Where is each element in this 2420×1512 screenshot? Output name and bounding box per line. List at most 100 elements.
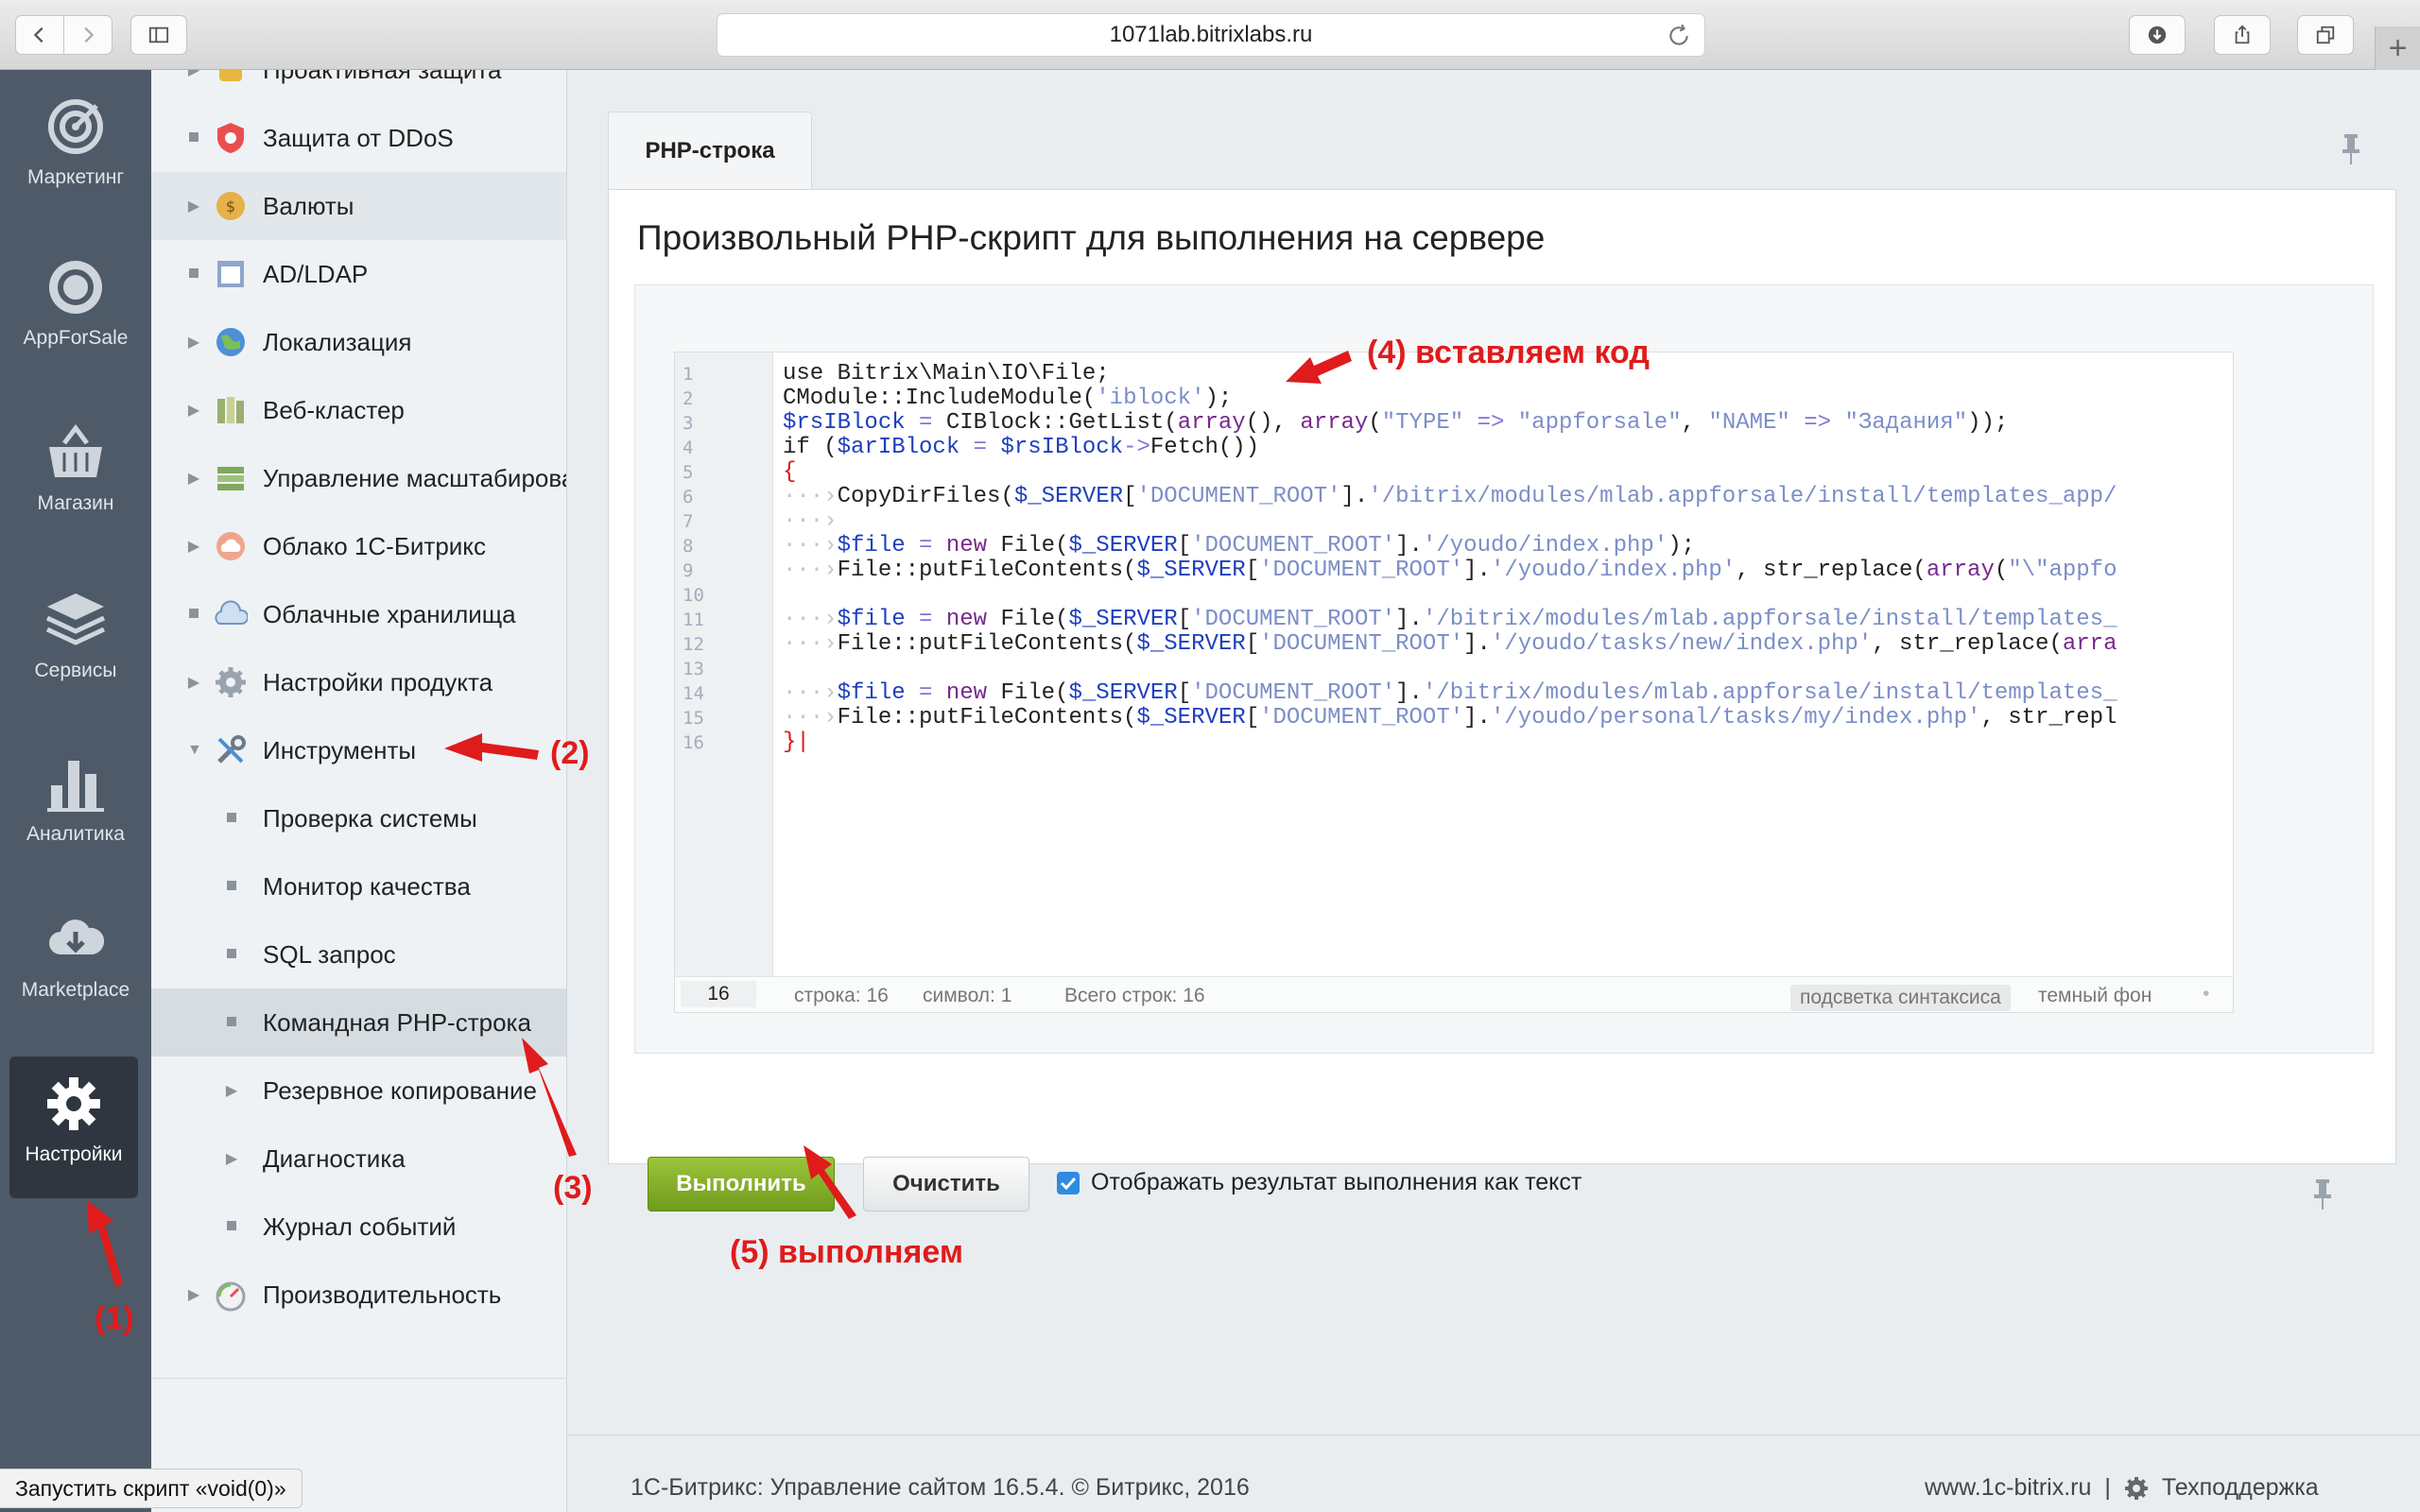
menu-item-scaling[interactable]: ▶ Управление масштабирования xyxy=(151,444,566,512)
code-line: ···› xyxy=(783,509,838,534)
footer-separator: | xyxy=(2104,1474,2111,1501)
menu-item-label: Журнал событий xyxy=(263,1211,457,1241)
footer-links: www.1c-bitrix.ru | Техподдержка xyxy=(1925,1474,2319,1502)
menu-item-backup[interactable]: ▶ Резервное копирование xyxy=(151,1057,566,1125)
share-icon xyxy=(2235,25,2250,44)
support-link[interactable]: Техподдержка xyxy=(2162,1474,2319,1502)
menu-item-php-command-line[interactable]: Командная PHP-строка xyxy=(151,988,566,1057)
global-menu-services[interactable]: Сервисы xyxy=(0,573,151,714)
global-menu-analytics[interactable]: Аналитика xyxy=(0,736,151,878)
global-menu-marketing[interactable]: Маркетинг xyxy=(0,79,151,221)
menu-item-label: Облачные хранилища xyxy=(263,599,516,628)
tabs-overview-button[interactable] xyxy=(2297,15,2354,55)
show-as-text-label[interactable]: Отображать результат выполнения как текс… xyxy=(1091,1169,1582,1196)
browser-statusbar: Запустить скрипт «void(0)» xyxy=(0,1469,302,1508)
menu-item-proactive[interactable]: ▶ Проактивная защита xyxy=(151,70,566,104)
line-number: 4 xyxy=(683,438,694,458)
download-icon xyxy=(2148,26,2167,44)
expand-arrow-icon: ▶ xyxy=(187,675,200,691)
server-stack-icon xyxy=(217,467,244,490)
menu-item-label: Защита от DDoS xyxy=(263,123,454,152)
menu-divider xyxy=(151,1378,566,1379)
code-line: $rsIBlock = CIBlock::GetList(array(), ar… xyxy=(783,411,2009,436)
code-editor[interactable]: 1 2 3 4 5 6 7 8 9 10 11 12 13 14 15 16 use Bitrix\Main\… xyxy=(674,352,2234,1013)
global-menu-appforsale[interactable]: AppForSale xyxy=(0,240,151,382)
new-tab-button[interactable]: + xyxy=(2375,26,2420,70)
shield-ddos-icon xyxy=(217,123,244,153)
forward-button[interactable] xyxy=(63,15,112,55)
menu-item-event-log[interactable]: Журнал событий xyxy=(151,1193,566,1261)
server-cluster-icon xyxy=(217,397,244,423)
back-button[interactable] xyxy=(15,15,64,55)
cursor-col: символ: 1 xyxy=(923,985,1012,1006)
menu-item-ldap[interactable]: AD/LDAP xyxy=(151,240,566,308)
tab-php-line[interactable]: PHP-строка xyxy=(608,112,812,189)
reload-icon[interactable] xyxy=(1667,24,1691,48)
bullet-icon xyxy=(225,878,238,895)
annotation-4: (4) вставляем код xyxy=(1367,335,1650,370)
footer-copyright: 1С-Битрикс: Управление сайтом 16.5.4. © … xyxy=(631,1474,1250,1501)
code-line: ···›$file = new File($_SERVER['DOCUMENT_… xyxy=(783,608,2118,632)
menu-item-webcluster[interactable]: ▶ Веб-кластер xyxy=(151,376,566,444)
global-menu-shop[interactable]: Магазин xyxy=(0,405,151,547)
settings-menu: ▶ Проактивная защита Защита от DDoS ▶ $ … xyxy=(151,70,567,1512)
line-number: 10 xyxy=(683,585,704,606)
menu-item-tools[interactable]: ▼ Инструменты xyxy=(151,716,566,784)
collapse-arrow-icon: ▼ xyxy=(187,742,202,758)
share-button[interactable] xyxy=(2214,15,2271,55)
current-line-number: 16 xyxy=(681,981,756,1007)
line-gutter: 1 2 3 4 5 6 7 8 9 10 11 12 13 14 15 16 xyxy=(675,352,773,976)
directory-icon xyxy=(217,261,244,287)
global-menu-label: Сервисы xyxy=(34,660,117,681)
sidebar-toggle-button[interactable] xyxy=(130,15,187,55)
code-line: ···›CopyDirFiles($_SERVER['DOCUMENT_ROOT… xyxy=(783,485,2118,509)
shield-icon xyxy=(219,70,242,81)
menu-item-label: Диагностика xyxy=(263,1143,406,1173)
clear-button[interactable]: Очистить xyxy=(863,1157,1029,1211)
line-number: 12 xyxy=(683,634,704,655)
menu-item-ddos[interactable]: Защита от DDoS xyxy=(151,104,566,172)
url-text: 1071lab.bitrixlabs.ru xyxy=(1109,22,1313,47)
menu-item-sql-query[interactable]: SQL запрос xyxy=(151,920,566,988)
downloads-button[interactable] xyxy=(2129,15,2186,55)
menu-item-cloud-storage[interactable]: Облачные хранилища xyxy=(151,580,566,648)
menu-item-quality-monitor[interactable]: Монитор качества xyxy=(151,852,566,920)
coin-icon: $ xyxy=(216,192,245,220)
menu-item-localization[interactable]: ▶ Локализация xyxy=(151,308,566,376)
menu-item-label: Резервное копирование xyxy=(263,1075,537,1105)
dark-theme-toggle[interactable]: темный фон xyxy=(2038,985,2152,1007)
bullet-icon xyxy=(187,606,200,623)
support-gear-icon xyxy=(2124,1476,2148,1500)
global-menu-label: AppForSale xyxy=(23,327,129,349)
line-number: 7 xyxy=(683,511,694,532)
cloud-storage-icon xyxy=(215,600,248,625)
bullet-icon xyxy=(225,1014,238,1031)
pin-icon[interactable] xyxy=(2312,1177,2333,1210)
show-as-text-checkbox[interactable] xyxy=(1057,1172,1080,1194)
menu-item-performance[interactable]: ▶ Производительность xyxy=(151,1261,566,1329)
global-menu-label: Магазин xyxy=(37,492,114,514)
expand-arrow-icon: ▶ xyxy=(187,198,200,215)
site-link[interactable]: www.1c-bitrix.ru xyxy=(1925,1474,2091,1502)
checkmark-icon xyxy=(1060,1177,1077,1191)
global-menu-settings[interactable]: Настройки xyxy=(9,1057,138,1198)
global-menu-marketplace[interactable]: Marketplace xyxy=(0,892,151,1034)
menu-item-system-check[interactable]: Проверка системы xyxy=(151,784,566,852)
address-bar[interactable]: 1071lab.bitrixlabs.ru xyxy=(717,13,1705,57)
pin-icon[interactable] xyxy=(2341,132,2361,164)
line-number: 3 xyxy=(683,413,694,434)
expand-arrow-icon: ▶ xyxy=(187,335,200,351)
menu-item-product-settings[interactable]: ▶ Настройки продукта xyxy=(151,648,566,716)
menu-item-currencies[interactable]: ▶ $ Валюты xyxy=(151,172,566,240)
syntax-highlight-toggle[interactable]: подсветка синтаксиса xyxy=(1790,985,2011,1011)
run-button[interactable]: Выполнить xyxy=(648,1157,835,1211)
cloud-download-icon xyxy=(49,919,105,954)
target-icon xyxy=(48,99,103,154)
menu-item-bitrix-cloud[interactable]: ▶ Облако 1С-Битрикс xyxy=(151,512,566,580)
menu-item-label: SQL запрос xyxy=(263,939,396,969)
menu-item-label: Облако 1С-Битрикс xyxy=(263,531,486,560)
menu-item-label: Инструменты xyxy=(263,735,417,765)
basket-icon xyxy=(49,423,102,477)
menu-item-diagnostics[interactable]: ▶ Диагностика xyxy=(151,1125,566,1193)
tools-icon xyxy=(217,735,246,764)
